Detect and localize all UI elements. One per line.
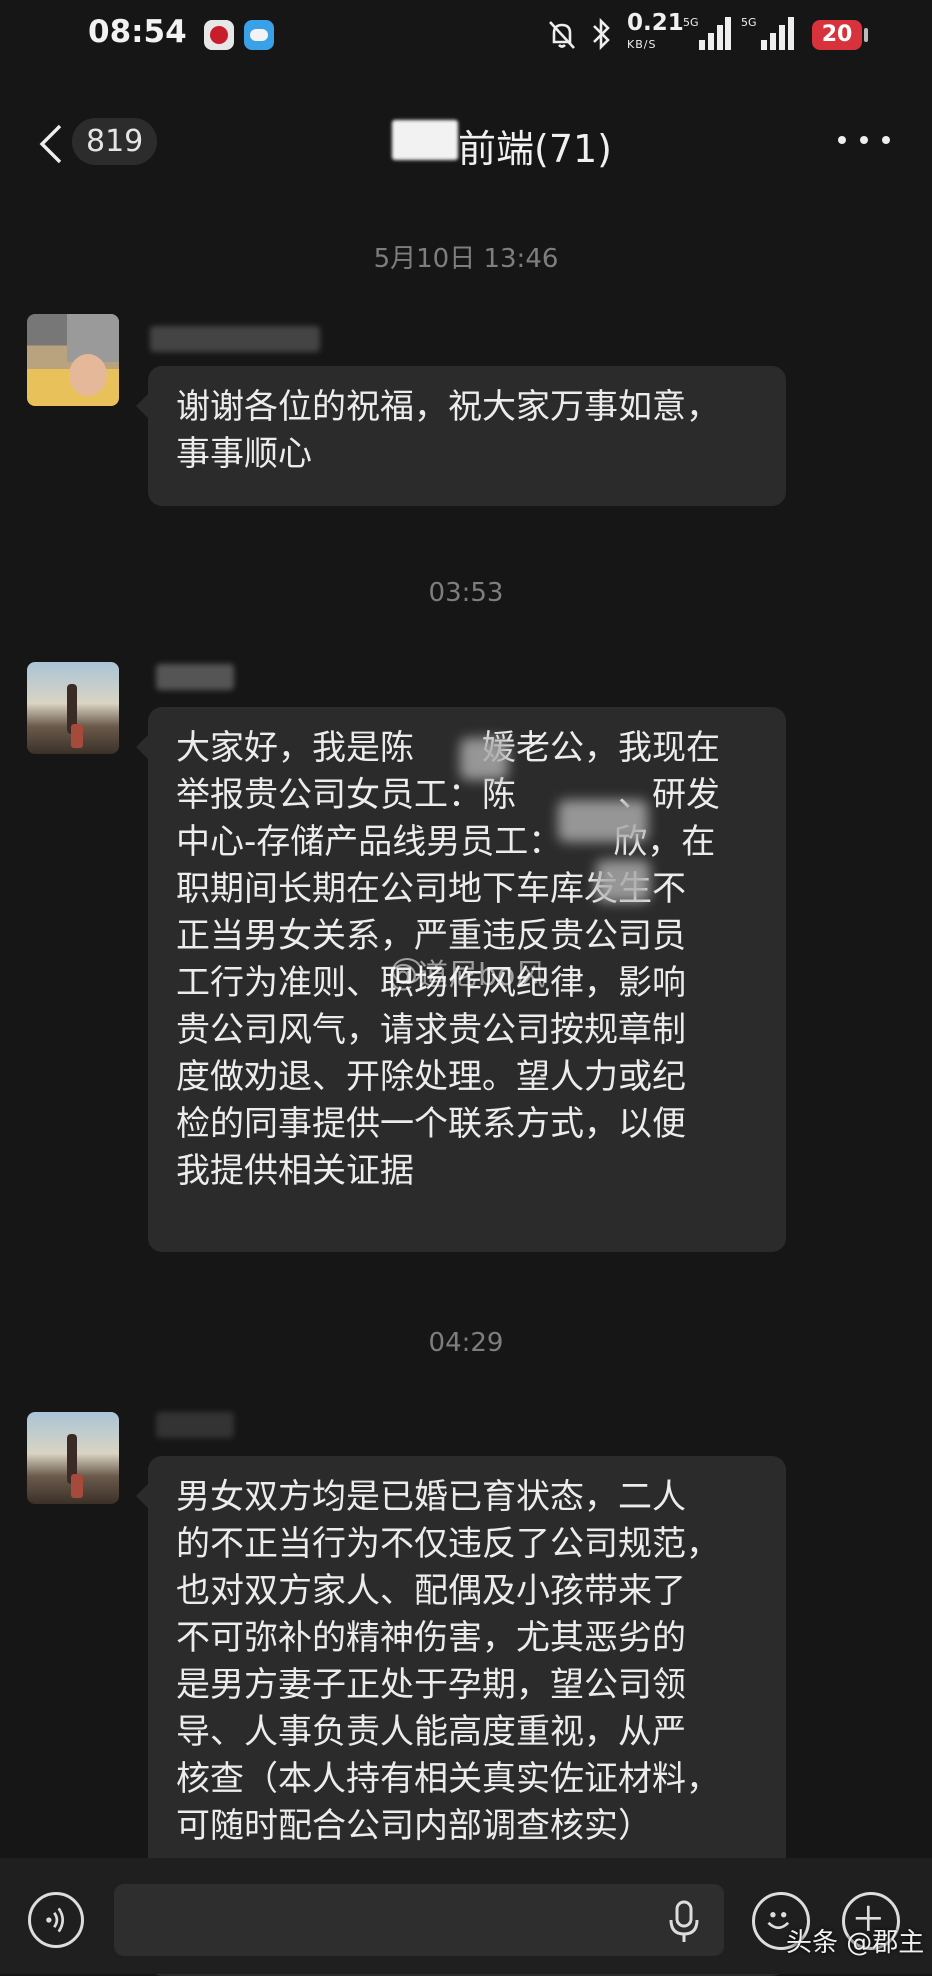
sender-name-redacted (156, 1412, 234, 1438)
signal-5g-icon: 5G (683, 16, 731, 50)
network-speed: 0.21 KB/S (627, 12, 684, 56)
bank-app-icon (204, 20, 234, 50)
signal-5g-icon-2: 5G (741, 16, 794, 50)
image-watermark: @道尼bo风 (388, 958, 546, 993)
weather-app-icon (244, 20, 274, 50)
voice-icon[interactable] (28, 1892, 84, 1948)
message-text: 男女双方均是已婚已育状态，二人 的不正当行为不仅违反了公司规范， 也对双方家人、… (176, 1477, 720, 1846)
message-text: 谢谢各位的祝福，祝大家万事如意， 事事顺心 (176, 387, 720, 474)
redaction-blur (596, 860, 650, 902)
brand-watermark: 头条 @郡主 (786, 1928, 925, 1958)
mic-icon[interactable] (668, 1900, 700, 1944)
avatar[interactable] (27, 662, 119, 754)
redaction-blur (558, 800, 648, 842)
sender-name-redacted (150, 326, 320, 352)
signal1-label: 5G (683, 16, 699, 29)
title-redaction (392, 120, 458, 160)
redaction-blur (460, 738, 508, 780)
timestamp: 5月10日 13:46 (373, 244, 559, 274)
chat-title: 前端(71) (458, 127, 613, 171)
avatar[interactable] (27, 314, 119, 406)
battery-tip (864, 28, 868, 42)
message-input[interactable] (114, 1884, 724, 1956)
network-speed-unit: KB/S (627, 38, 657, 51)
sender-name-redacted (156, 664, 234, 690)
bluetooth-icon (593, 17, 610, 51)
network-speed-value: 0.21 (627, 10, 684, 36)
more-dots-icon[interactable] (838, 130, 894, 150)
status-time: 08:54 (88, 14, 187, 50)
chevron-left-icon[interactable] (36, 122, 66, 166)
message-bubble[interactable]: 谢谢各位的祝福，祝大家万事如意， 事事顺心 (136, 366, 786, 506)
unread-count-badge[interactable]: 819 (72, 118, 158, 165)
timestamp: 04:29 (428, 1328, 504, 1358)
avatar[interactable] (27, 1412, 119, 1504)
signal2-label: 5G (741, 16, 757, 29)
mute-bell-icon (549, 21, 575, 49)
timestamp: 03:53 (428, 578, 504, 608)
battery-level: 20 (812, 20, 862, 50)
